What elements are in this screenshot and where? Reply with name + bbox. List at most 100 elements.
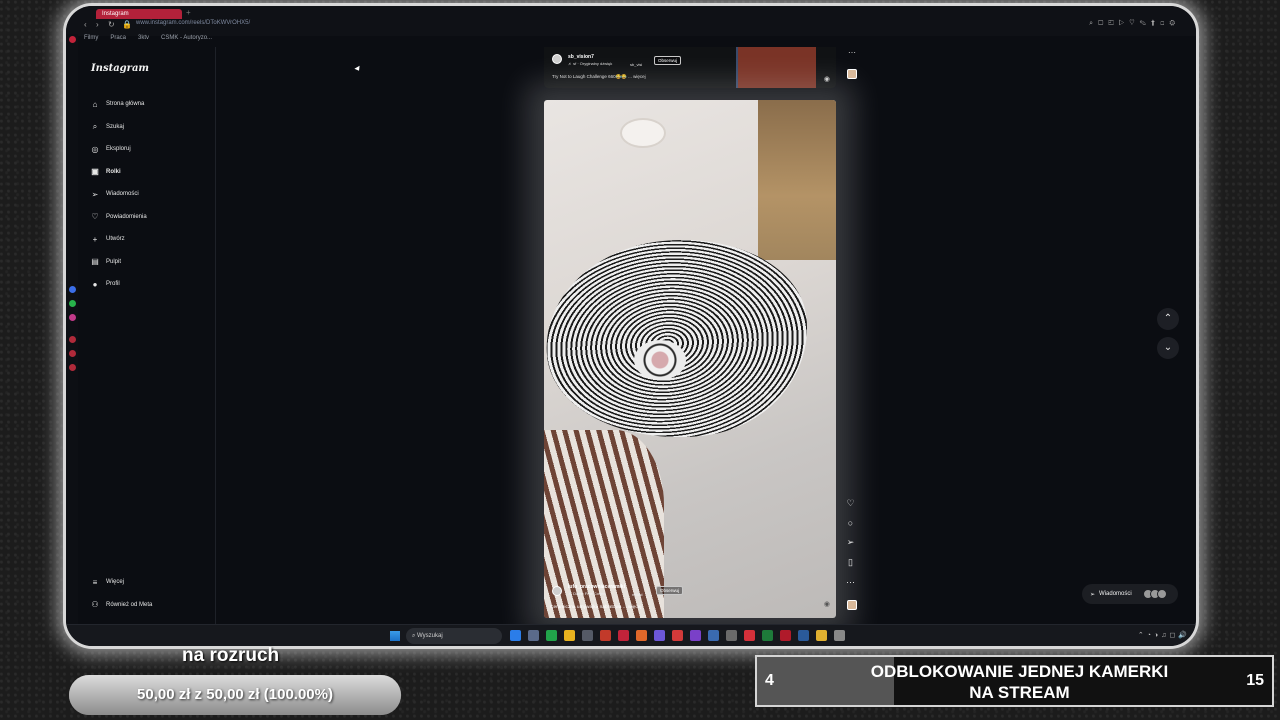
nav-item-messages[interactable]: ➢ Wiadomości	[90, 183, 147, 206]
bookmarks-bar: Filmy Praca 3ktv CSMK - Autoryzo...	[84, 35, 212, 47]
follow-button[interactable]: Obserwuj	[654, 56, 682, 65]
more-icon[interactable]: ⋯	[846, 577, 855, 588]
nav-item-explore[interactable]: ◎ Eksploruj	[90, 138, 147, 161]
system-tray[interactable]: ⌃◔◑♫◻🔊	[1138, 631, 1190, 639]
browser-toolbar-icons[interactable]: ⌕▢◰▷♡✎⬆◻⚙	[1089, 20, 1180, 28]
windows-taskbar: ⌕ Wyszukaj ⌃◔◑♫◻🔊	[66, 624, 1196, 646]
messages-button[interactable]: ➢ Wiadomości	[1082, 584, 1178, 604]
taskbar-apps	[510, 630, 845, 641]
app-icon[interactable]	[726, 630, 737, 641]
reel-caption[interactable]: Ceramiczna umywalka nablatowa ... więcej	[550, 605, 641, 610]
nav-label: Wiadomości	[106, 191, 139, 198]
save-icon[interactable]: ▯	[848, 557, 853, 568]
messages-label: Wiadomości	[1099, 591, 1132, 597]
nav-item-profile[interactable]: ● Profil	[90, 273, 147, 296]
search-placeholder: Wyszukaj	[417, 633, 443, 639]
reel-previous[interactable]: sb_vision7 ♬ sf · Oryginalny dźwięk sb_v…	[544, 47, 836, 88]
home-icon: ⌂	[92, 99, 98, 109]
mute-icon[interactable]: ◉	[824, 75, 830, 83]
nav-item-home[interactable]: ⌂ Strona główna	[90, 93, 147, 116]
reel-video-frame	[620, 118, 666, 148]
audio-thumbnail[interactable]	[847, 600, 857, 610]
app-icon[interactable]	[798, 630, 809, 641]
nav-item-notifications[interactable]: ♡ Powiadomienia	[90, 206, 146, 229]
bookmark-item[interactable]: Praca	[110, 35, 126, 47]
avatar[interactable]	[552, 586, 562, 596]
app-icon[interactable]	[636, 630, 647, 641]
instagram-logo[interactable]: Instagram	[91, 63, 149, 74]
nav-label: Szukaj	[106, 123, 125, 130]
whatsapp-icon[interactable]	[69, 300, 76, 307]
reel-frame	[738, 47, 816, 88]
profile-icon: ●	[92, 279, 98, 289]
follow-button[interactable]: Obserwuj	[656, 586, 684, 595]
reel-tag[interactable]: milled	[632, 592, 642, 597]
reel-caption[interactable]: Try Not to Laugh Challenge 660😂😂 ... wię…	[552, 74, 646, 80]
more-icon[interactable]: ⋯	[848, 48, 856, 57]
bookmark-item[interactable]: Filmy	[84, 35, 98, 47]
nav-item-reels[interactable]: ▣ Rolki	[90, 161, 147, 184]
search-icon: ⌕	[92, 121, 98, 131]
rail-icon[interactable]	[69, 350, 76, 357]
reel-current[interactable]: lufo_pracowniaceramiki ♬ Damn Fine Coffe…	[544, 100, 836, 618]
back-icon[interactable]: ‹	[84, 20, 87, 29]
app-icon[interactable]	[582, 630, 593, 641]
nav-item-meta[interactable]: ⚇ Również od Meta	[90, 594, 152, 617]
menu-icon: ≡	[92, 577, 98, 587]
mute-icon[interactable]: ◉	[824, 600, 830, 608]
rail-icon[interactable]	[69, 336, 76, 343]
nav-item-create[interactable]: + Utwórz	[90, 228, 147, 251]
taskbar-search-input[interactable]: ⌕ Wyszukaj	[406, 628, 502, 644]
app-icon[interactable]	[672, 630, 683, 641]
app-icon[interactable]	[762, 630, 773, 641]
windows-start-icon[interactable]	[390, 631, 400, 641]
app-icon[interactable]	[654, 630, 665, 641]
app-icon[interactable]	[744, 630, 755, 641]
opera-icon[interactable]	[618, 630, 629, 641]
reel-tag[interactable]: sb_visi	[630, 62, 642, 67]
share-icon[interactable]: ➢	[847, 537, 855, 548]
nav-item-search[interactable]: ⌕ Szukaj	[90, 116, 147, 139]
nav-item-dashboard[interactable]: ▤ Pulpit	[90, 251, 147, 274]
previous-reel-button[interactable]: ⌃	[1157, 308, 1179, 330]
reel-audio[interactable]: ♬ Damn Fine Coffee	[568, 591, 606, 596]
app-icon[interactable]	[834, 630, 845, 641]
browser-topbar: Instagram + ‹ › ↻ 🔒 www.instagram.com/re…	[66, 6, 1196, 36]
app-icon[interactable]	[564, 630, 575, 641]
reel-audio[interactable]: ♬ sf · Oryginalny dźwięk	[568, 61, 612, 66]
reel-username[interactable]: lufo_pracowniaceramiki	[568, 584, 625, 590]
app-icon[interactable]	[600, 630, 611, 641]
app-icon[interactable]	[528, 630, 539, 641]
opera-icon[interactable]	[69, 36, 76, 43]
like-icon[interactable]: ♡	[846, 498, 854, 509]
instagram-icon[interactable]	[69, 314, 76, 321]
nav-item-more[interactable]: ≡ Więcej	[90, 571, 152, 594]
unlock-label-line: ODBLOKOWANIE JEDNEJ KAMERKI	[870, 662, 1169, 681]
browser-tab[interactable]: Instagram	[96, 9, 182, 19]
next-reel-button[interactable]: ⌄	[1157, 337, 1179, 359]
unlock-goal-bar: 4 ODBLOKOWANIE JEDNEJ KAMERKI NA STREAM …	[755, 655, 1274, 707]
app-icon[interactable]	[780, 630, 791, 641]
comment-icon[interactable]: ○	[848, 518, 853, 528]
app-icon[interactable]	[708, 630, 719, 641]
app-icon[interactable]	[690, 630, 701, 641]
unlock-label-line: NA STREAM	[969, 683, 1070, 702]
messenger-icon[interactable]	[69, 286, 76, 293]
bookmark-item[interactable]: CSMK - Autoryzo...	[161, 35, 212, 47]
rail-icon[interactable]	[69, 364, 76, 371]
folder-icon[interactable]	[816, 630, 827, 641]
forward-icon[interactable]: ›	[96, 20, 99, 29]
nav-label: Więcej	[106, 579, 125, 586]
instagram-nav: ⌂ Strona główna ⌕ Szukaj ◎ Eksploruj ▣ Rolki…	[90, 93, 147, 296]
reel-username[interactable]: sb_vision7	[568, 54, 594, 60]
avatar[interactable]	[552, 54, 562, 64]
reload-icon[interactable]: ↻	[108, 20, 115, 29]
new-tab-button[interactable]: +	[186, 8, 191, 17]
bookmark-item[interactable]: 3ktv	[138, 35, 149, 47]
address-bar[interactable]: www.instagram.com/reels/DToKWVrOHX5/	[136, 20, 250, 26]
donation-goal-bar: 50,00 zł z 50,00 zł (100.00%)	[69, 675, 401, 715]
audio-thumbnail[interactable]	[847, 69, 857, 79]
app-icon[interactable]	[546, 630, 557, 641]
chevron-up-icon: ⌃	[1163, 313, 1173, 324]
app-icon[interactable]	[510, 630, 521, 641]
